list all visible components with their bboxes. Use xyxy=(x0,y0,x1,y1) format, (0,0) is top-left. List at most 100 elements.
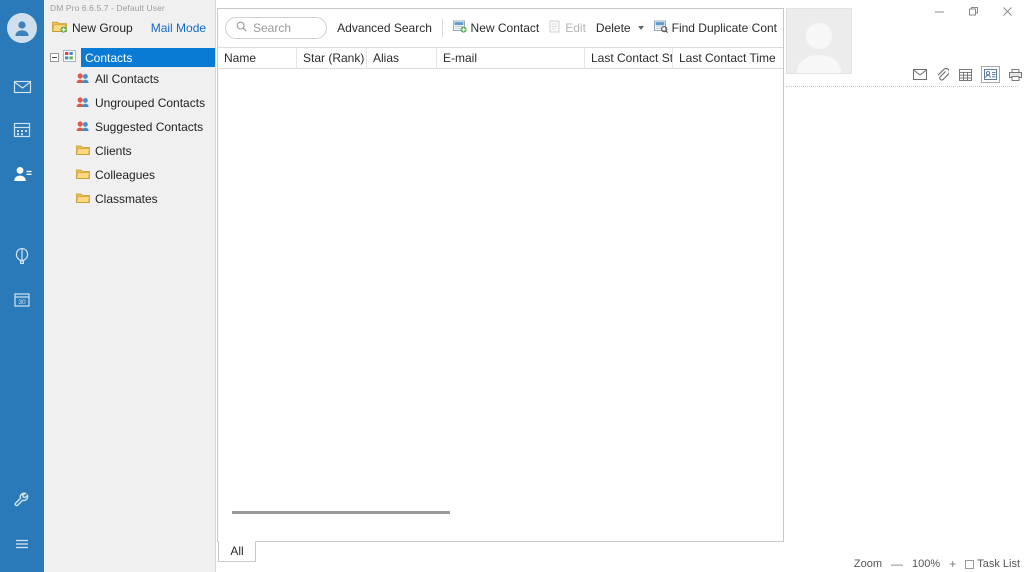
detail-action-icons: ⌃ xyxy=(912,66,1024,83)
horizontal-scrollbar[interactable] xyxy=(218,507,783,521)
rail-item-calendar[interactable] xyxy=(0,108,44,152)
printer-icon[interactable] xyxy=(1008,67,1023,82)
wrench-icon xyxy=(12,490,32,510)
zoom-in-button[interactable]: + xyxy=(949,557,956,571)
application-window: 30 DM Pro 6.6.5.7 - Default User New Gro… xyxy=(0,0,1024,572)
sidebar-item-label: Clients xyxy=(95,144,132,158)
contact-card-icon[interactable] xyxy=(981,66,1000,83)
collapse-expander-icon[interactable] xyxy=(50,53,59,62)
table-grid-icon[interactable] xyxy=(958,67,973,82)
folder-icon xyxy=(76,192,90,207)
search-placeholder: Search xyxy=(253,21,292,35)
rail-item-contacts[interactable] xyxy=(0,152,44,196)
rail-item-day-view[interactable]: 30 xyxy=(0,278,44,322)
column-header-last-contact-stat[interactable]: Last Contact Stat xyxy=(584,47,672,69)
svg-text:30: 30 xyxy=(18,299,26,306)
sidebar-item-label: Colleagues xyxy=(95,168,156,182)
search-icon xyxy=(236,21,247,35)
rail-item-mail[interactable] xyxy=(0,64,44,108)
find-duplicate-contacts-button[interactable]: Find Duplicate Cont xyxy=(653,20,777,36)
rail-item-menu[interactable] xyxy=(0,522,44,566)
sidebar-item-label: Ungrouped Contacts xyxy=(95,96,206,110)
task-list-toggle[interactable]: Task List xyxy=(965,558,1020,570)
sidebar-item-suggested-contacts[interactable]: Suggested Contacts xyxy=(44,115,215,139)
window-controls xyxy=(922,0,1024,22)
tab-all[interactable]: All xyxy=(218,541,256,562)
folder-icon xyxy=(76,144,90,159)
scrollbar-thumb[interactable] xyxy=(232,511,450,514)
tree-root-label: Contacts xyxy=(81,48,215,67)
rail-item-avatar[interactable] xyxy=(0,6,44,50)
new-contact-icon xyxy=(452,20,467,36)
user-placeholder-icon xyxy=(797,23,841,73)
column-header-email[interactable]: E-mail xyxy=(436,47,584,69)
people-group-icon xyxy=(76,72,90,87)
people-group-icon xyxy=(76,96,90,111)
envelope-icon xyxy=(12,76,33,97)
sidebar-item-label: All Contacts xyxy=(95,72,160,86)
sidebar: DM Pro 6.6.5.7 - Default User New Group … xyxy=(44,0,216,572)
balloon-icon xyxy=(12,246,32,266)
contact-detail-panel: ⌃ xyxy=(786,8,1024,572)
contacts-toolbar: Search Advanced Search New Contact Edit … xyxy=(218,9,783,47)
zoom-value: 100% xyxy=(912,558,941,570)
edit-button[interactable]: Edit xyxy=(549,20,586,36)
new-contact-label: New Contact xyxy=(470,21,540,35)
sidebar-item-colleagues[interactable]: Colleagues xyxy=(44,163,215,187)
delete-label: Delete xyxy=(595,21,631,35)
column-header-last-contact-time[interactable]: Last Contact Time xyxy=(672,47,782,69)
tree-root-contacts[interactable]: Contacts xyxy=(44,48,215,67)
contacts-grid-header: Name Star (Rank) Alias E-mail Last Conta… xyxy=(218,47,783,69)
sidebar-item-all-contacts[interactable]: All Contacts xyxy=(44,67,215,91)
paperclip-icon[interactable] xyxy=(935,67,950,82)
scrollbar-track[interactable] xyxy=(232,511,773,514)
new-contact-button[interactable]: New Contact xyxy=(452,20,540,36)
zoom-out-button[interactable]: — xyxy=(891,557,903,571)
column-header-name[interactable]: Name xyxy=(218,47,296,69)
calendar-icon xyxy=(12,120,32,140)
hamburger-menu-icon xyxy=(12,534,32,554)
status-bar: Zoom — 100% + Task List xyxy=(786,556,1024,572)
sidebar-item-label: Suggested Contacts xyxy=(95,120,204,134)
new-group-button[interactable]: New Group xyxy=(52,20,133,36)
minimize-button[interactable] xyxy=(922,0,956,22)
column-header-alias[interactable]: Alias xyxy=(366,47,436,69)
edit-icon xyxy=(549,20,561,36)
delete-button[interactable]: Delete xyxy=(596,21,644,35)
folder-icon xyxy=(76,168,90,183)
avatar[interactable] xyxy=(786,8,852,74)
chevron-down-icon[interactable] xyxy=(637,26,644,30)
find-duplicate-icon xyxy=(653,20,668,36)
advanced-search-button[interactable]: Advanced Search xyxy=(337,21,432,35)
contacts-book-icon xyxy=(63,50,76,65)
edit-label: Edit xyxy=(565,21,586,35)
app-title: DM Pro 6.6.5.7 - Default User xyxy=(50,3,165,13)
task-list-label: Task List xyxy=(977,558,1020,570)
mail-mode-link[interactable]: Mail Mode xyxy=(151,21,206,35)
contacts-tree: Contacts All Contacts Ungrouped Contacts… xyxy=(44,44,215,211)
detail-divider xyxy=(786,86,1018,87)
contact-person-icon xyxy=(12,164,33,185)
sidebar-item-clients[interactable]: Clients xyxy=(44,139,215,163)
task-list-checkbox[interactable] xyxy=(965,559,975,569)
sidebar-item-classmates[interactable]: Classmates xyxy=(44,187,215,211)
restore-button[interactable] xyxy=(956,0,990,22)
sidebar-item-ungrouped-contacts[interactable]: Ungrouped Contacts xyxy=(44,91,215,115)
column-header-star-rank[interactable]: Star (Rank) xyxy=(296,47,366,69)
toolbar-divider xyxy=(441,19,443,37)
find-duplicate-label: Find Duplicate Cont xyxy=(671,21,777,35)
contacts-grid-body[interactable] xyxy=(218,69,783,507)
people-group-icon xyxy=(76,120,90,135)
rail-item-balloon[interactable] xyxy=(0,234,44,278)
sidebar-item-label: Classmates xyxy=(95,192,158,206)
left-nav-rail: 30 xyxy=(0,0,44,572)
search-input[interactable]: Search xyxy=(225,17,328,39)
envelope-icon[interactable] xyxy=(912,67,927,82)
user-avatar-icon xyxy=(7,13,37,43)
folder-add-icon xyxy=(52,20,67,36)
close-button[interactable] xyxy=(990,0,1024,22)
sidebar-actions: New Group Mail Mode xyxy=(44,15,215,44)
new-group-label: New Group xyxy=(72,21,133,35)
zoom-label: Zoom xyxy=(853,558,883,570)
rail-item-tools[interactable] xyxy=(0,478,44,522)
